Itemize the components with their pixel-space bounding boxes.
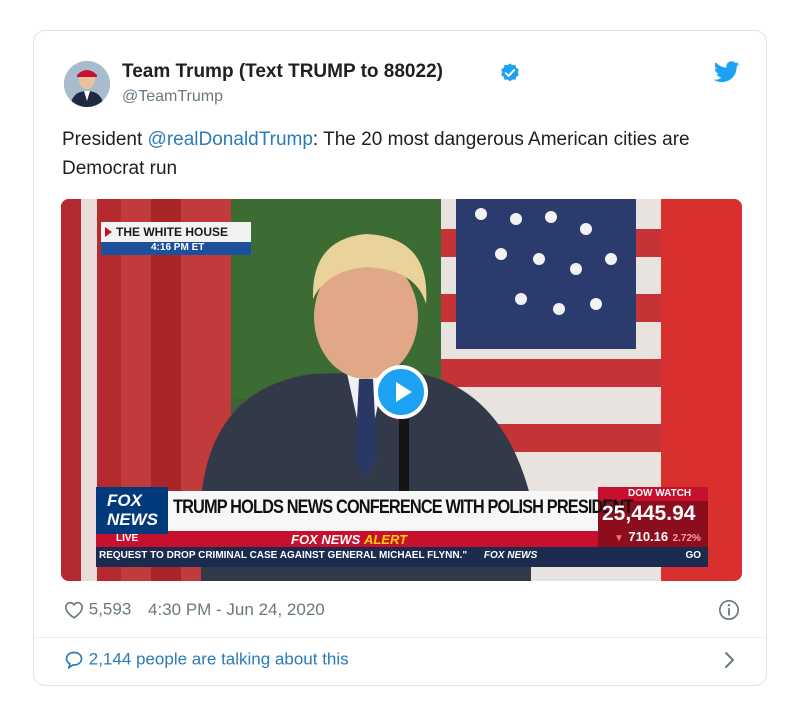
- verified-badge-icon: [501, 63, 519, 82]
- avatar[interactable]: [64, 61, 110, 107]
- comment-bubble-icon: [65, 651, 83, 669]
- fox-logo-line1: FOX: [107, 491, 142, 510]
- video-time-tag: 4:16 PM ET: [151, 242, 205, 253]
- video-player[interactable]: THE WHITE HOUSE 4:16 PM ET FOX NEWS LIVE…: [61, 199, 742, 581]
- alert-brand: FOX NEWS: [291, 532, 361, 547]
- play-icon: [396, 382, 412, 402]
- display-name[interactable]: Team Trump (Text TRUMP to 88022): [122, 61, 443, 83]
- tweet-text: President @realDonaldTrump: The 20 most …: [62, 125, 752, 183]
- ticker-brand: FOX NEWS: [483, 550, 538, 561]
- play-button[interactable]: [374, 365, 428, 419]
- heart-icon[interactable]: [64, 601, 84, 619]
- handle[interactable]: @TeamTrump: [122, 88, 223, 106]
- dow-label: DOW WATCH: [628, 488, 692, 499]
- timestamp[interactable]: 4:30 PM - Jun 24, 2020: [148, 600, 325, 619]
- news-ticker: REQUEST TO DROP CRIMINAL CASE AGAINST GE…: [99, 550, 705, 561]
- chevron-right-icon[interactable]: [722, 651, 736, 669]
- like-count[interactable]: 5,593: [89, 600, 132, 619]
- avatar-image: [64, 61, 110, 107]
- dow-change-pct: 2.72%: [672, 533, 701, 544]
- alert-word: ALERT: [363, 532, 408, 547]
- video-headline: TRUMP HOLDS NEWS CONFERENCE WITH POLISH …: [173, 497, 633, 518]
- dow-change-value: 710.16: [628, 529, 669, 544]
- live-label: LIVE: [116, 533, 139, 544]
- talking-label: 2,144 people are talking about this: [88, 649, 349, 669]
- fox-alert-banner: FOX NEWS ALERT: [291, 532, 407, 547]
- tweet-meta: 5,593 4:30 PM - Jun 24, 2020: [64, 599, 325, 620]
- conversation-link[interactable]: 2,144 people are talking about this: [64, 649, 349, 670]
- down-arrow-icon: ▼: [614, 533, 624, 544]
- dow-value: 25,445.94: [602, 502, 696, 525]
- twitter-bird-icon[interactable]: [714, 61, 740, 83]
- divider: [34, 637, 766, 638]
- tweet-text-prefix: President: [62, 129, 148, 150]
- tweet-card: Team Trump (Text TRUMP to 88022) @TeamTr…: [33, 30, 767, 686]
- ticker-tail: GO: [685, 550, 701, 561]
- ticker-text: REQUEST TO DROP CRIMINAL CASE AGAINST GE…: [99, 550, 468, 561]
- info-icon[interactable]: [718, 599, 740, 621]
- dow-change: ▼ 710.16 2.72%: [614, 528, 701, 546]
- fox-logo-line2: NEWS: [107, 510, 158, 529]
- mention-link[interactable]: @realDonaldTrump: [148, 129, 313, 150]
- video-location-tag: THE WHITE HOUSE: [116, 225, 229, 239]
